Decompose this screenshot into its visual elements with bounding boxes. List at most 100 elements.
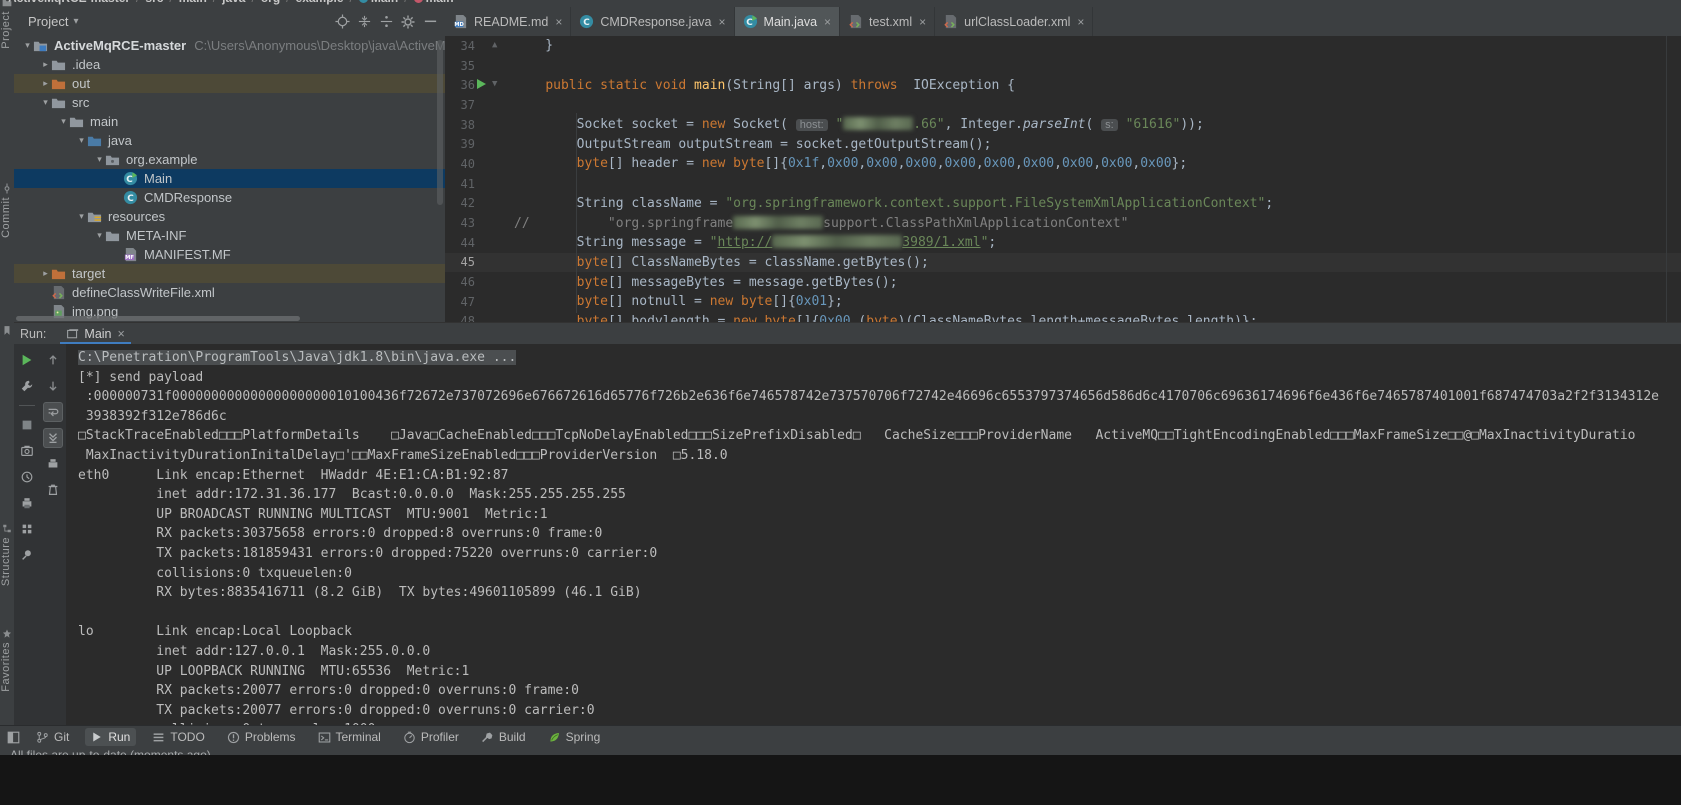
close-icon[interactable]: × (555, 15, 562, 29)
scroll-to-end-icon[interactable] (43, 428, 63, 448)
toolwindow-button-project[interactable]: Project (0, 11, 14, 49)
gutter[interactable]: 42 (445, 194, 505, 214)
switcher-icon[interactable] (7, 731, 20, 744)
statusbar-item-build[interactable]: Build (475, 728, 532, 746)
gutter[interactable]: 41 (445, 174, 505, 194)
close-icon[interactable]: × (719, 15, 726, 29)
toolwindow-button-structure[interactable]: Structure (0, 537, 14, 586)
locate-icon[interactable] (331, 11, 353, 33)
tree-item-target[interactable]: ▸target (14, 264, 445, 283)
tab-test-xml[interactable]: test.xml× (840, 7, 935, 36)
soft-wrap-icon[interactable] (43, 402, 63, 422)
grid-icon[interactable] (17, 519, 37, 539)
down-stack-icon[interactable] (43, 376, 63, 396)
chevron-down-icon[interactable]: ▾ (40, 97, 51, 108)
gutter[interactable]: 43 (445, 213, 505, 233)
chevron-down-icon[interactable]: ▾ (94, 230, 105, 241)
hide-panel-icon[interactable] (419, 11, 441, 33)
project-panel-title[interactable]: Project (28, 14, 68, 29)
stop-icon[interactable] (17, 415, 37, 435)
project-tree[interactable]: ▾ActiveMqRCE-masterC:\Users\Anonymous\De… (14, 36, 445, 322)
bookmark-tool-icon[interactable] (2, 325, 12, 335)
up-stack-icon[interactable] (43, 350, 63, 370)
chevron-down-icon[interactable]: ▾ (22, 40, 33, 51)
tree-item-resources[interactable]: ▾resources (14, 207, 445, 226)
gutter[interactable]: 40 (445, 154, 505, 174)
breadcrumb-item[interactable]: Main (371, 0, 398, 5)
toolwindow-button-commit[interactable]: Commit (0, 197, 14, 238)
tree-item-org-example[interactable]: ▾org.example (14, 150, 445, 169)
tab-urlclassloader-xml[interactable]: urlClassLoader.xml× (935, 7, 1093, 36)
run-console-output[interactable]: C:\Penetration\ProgramTools\Java\jdk1.8\… (66, 344, 1681, 725)
statusbar-item-git[interactable]: Git (30, 728, 75, 746)
breadcrumb[interactable]: ActiveMqRCE-master/src/main/java/org/exa… (0, 0, 1681, 7)
chevron-down-icon[interactable]: ▾ (73, 16, 78, 27)
print-console-icon[interactable] (43, 454, 63, 474)
commit-tool-icon[interactable] (2, 183, 12, 193)
statusbar-item-profiler[interactable]: Profiler (397, 728, 465, 746)
settings-gear-icon[interactable] (397, 11, 419, 33)
breadcrumb-item[interactable]: ActiveMqRCE-master (8, 0, 130, 5)
tree-item-main[interactable]: ▾main (14, 112, 445, 131)
gutter[interactable]: 47 (445, 292, 505, 312)
tree-item-java[interactable]: ▾java (14, 131, 445, 150)
tree-item-cmdresponse[interactable]: CCMDResponse (14, 188, 445, 207)
chevron-right-icon[interactable]: ▸ (40, 268, 51, 279)
chevron-down-icon[interactable]: ▾ (58, 116, 69, 127)
gutter[interactable]: 39 (445, 134, 505, 154)
tree-item-manifest-mf[interactable]: MFMANIFEST.MF (14, 245, 445, 264)
build-wrench-icon[interactable] (17, 376, 37, 396)
tree-item-defineclasswritefile-xml[interactable]: defineClassWriteFile.xml (14, 283, 445, 302)
gutter[interactable]: 34▲ (445, 36, 505, 56)
chevron-right-icon[interactable]: ▸ (40, 78, 51, 89)
gutter[interactable]: 35 (445, 56, 505, 76)
statusbar-item-spring[interactable]: Spring (542, 728, 607, 746)
gutter[interactable]: 45 (445, 253, 505, 273)
scroll-from-source-icon[interactable] (353, 11, 375, 33)
tab-main-java[interactable]: CMain.java× (735, 7, 841, 36)
chevron-down-icon[interactable]: ▾ (76, 211, 87, 222)
tree-item--idea[interactable]: ▸.idea (14, 55, 445, 74)
gutter[interactable]: 48 (445, 312, 505, 322)
run-gutter-icon[interactable] (477, 79, 486, 89)
screenshot-icon[interactable] (17, 441, 37, 461)
tree-item-out[interactable]: ▸out (14, 74, 445, 93)
breadcrumb-item[interactable]: main (179, 0, 207, 5)
gutter[interactable]: 38 (445, 115, 505, 135)
tree-item-meta-inf[interactable]: ▾META-INF (14, 226, 445, 245)
project-tree-vscrollbar[interactable] (437, 40, 443, 205)
code-editor[interactable]: 34▲ }3536▼ public static void main(Strin… (445, 36, 1681, 322)
breadcrumb-item[interactable]: main (426, 0, 454, 5)
statusbar-item-terminal[interactable]: Terminal (312, 728, 387, 746)
close-icon[interactable]: × (1077, 15, 1084, 29)
print-icon[interactable] (17, 493, 37, 513)
toolwindow-button-favorites[interactable]: Favorites (0, 642, 14, 692)
close-icon[interactable]: × (824, 15, 831, 29)
pin-icon[interactable] (17, 545, 37, 565)
clear-console-icon[interactable] (43, 480, 63, 500)
breadcrumb-item[interactable]: src (145, 0, 163, 5)
chevron-down-icon[interactable]: ▾ (76, 135, 87, 146)
structure-tool-icon[interactable] (2, 523, 12, 533)
toolwindow-switcher-icon[interactable] (4, 731, 22, 744)
breadcrumb-item[interactable]: java (222, 0, 245, 5)
breadcrumb-item[interactable]: org (261, 0, 280, 5)
tree-item-src[interactable]: ▾src (14, 93, 445, 112)
gutter[interactable]: 46 (445, 272, 505, 292)
project-tree-hscrollbar[interactable] (16, 316, 300, 321)
collapse-all-icon[interactable] (375, 11, 397, 33)
chevron-right-icon[interactable]: ▸ (40, 59, 51, 70)
tree-item-activemqrce-master[interactable]: ▾ActiveMqRCE-masterC:\Users\Anonymous\De… (14, 36, 445, 55)
fold-end-icon[interactable]: ▲ (492, 40, 497, 50)
close-icon[interactable]: × (118, 327, 125, 341)
run-tab-main[interactable]: Main × (60, 323, 130, 345)
rerun-icon[interactable] (17, 350, 37, 370)
tree-item-main[interactable]: CMain (14, 169, 445, 188)
gutter[interactable]: 37 (445, 95, 505, 115)
gutter[interactable]: 36▼ (445, 75, 505, 95)
project-tool-icon[interactable] (2, 0, 12, 7)
fold-start-icon[interactable]: ▼ (492, 79, 497, 89)
gutter[interactable]: 44 (445, 233, 505, 253)
restore-layout-icon[interactable] (17, 467, 37, 487)
statusbar-item-todo[interactable]: TODO (146, 728, 210, 746)
